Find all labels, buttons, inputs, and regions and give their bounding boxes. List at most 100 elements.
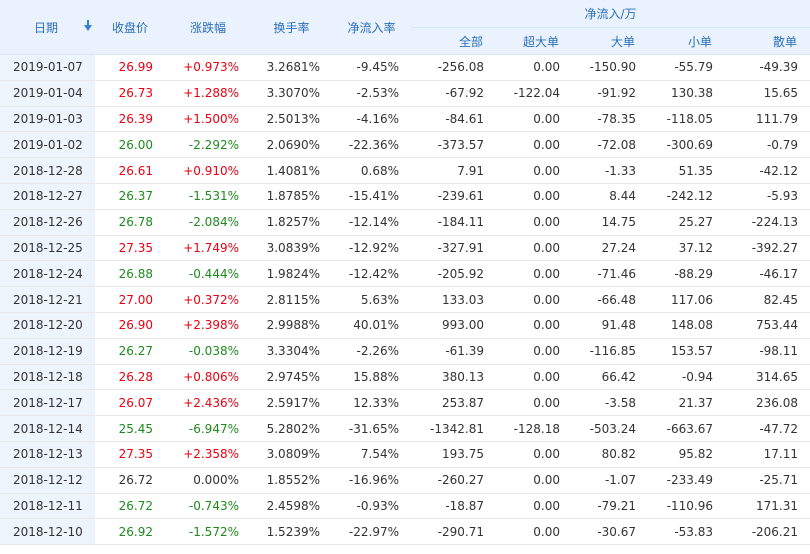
small-cell: -0.94 (648, 364, 725, 391)
date-cell: 2018-12-12 (0, 467, 95, 494)
netflow-rate-cell: -22.97% (332, 518, 411, 546)
close-cell: 27.00 (95, 286, 165, 313)
date-cell: 2018-12-18 (0, 364, 95, 391)
large-cell: 91.48 (572, 312, 648, 339)
change-cell: -1.572% (165, 518, 251, 546)
large-cell: -30.67 (572, 518, 648, 546)
table-row: 2018-12-25 27.35 +1.749% 3.0839% -12.92% -327… (0, 235, 810, 262)
header-small[interactable]: 小单 (648, 27, 725, 55)
large-cell: -1.07 (572, 467, 648, 494)
header-change[interactable]: 涨跌幅 (165, 0, 251, 55)
turnover-cell: 3.0839% (251, 235, 332, 262)
netflow-rate-cell: 12.33% (332, 389, 411, 417)
extra-large-cell: 0.00 (496, 106, 572, 133)
retail-cell: -46.17 (725, 260, 810, 288)
header-retail[interactable]: 散单 (725, 27, 810, 55)
netflow-all-cell: 380.13 (411, 364, 496, 391)
header-extra-large[interactable]: 超大单 (496, 27, 572, 55)
netflow-all-cell: -239.61 (411, 183, 496, 210)
turnover-cell: 1.9824% (251, 260, 332, 288)
extra-large-cell: 0.00 (496, 157, 572, 184)
close-cell: 26.88 (95, 260, 165, 288)
change-cell: +1.500% (165, 106, 251, 133)
netflow-rate-cell: -0.93% (332, 493, 411, 520)
netflow-all-cell: 253.87 (411, 389, 496, 417)
table-body: 2019-01-07 26.99 +0.973% 3.2681% -9.45% -256.… (0, 54, 810, 546)
netflow-all-cell: -61.39 (411, 338, 496, 365)
close-cell: 27.35 (95, 235, 165, 262)
header-date[interactable]: 日期 (0, 0, 95, 55)
large-cell: 27.24 (572, 235, 648, 262)
small-cell: -233.49 (648, 467, 725, 494)
retail-cell: -47.72 (725, 415, 810, 442)
change-cell: +1.749% (165, 235, 251, 262)
turnover-cell: 2.0690% (251, 131, 332, 159)
extra-large-cell: -128.18 (496, 415, 572, 442)
extra-large-cell: 0.00 (496, 338, 572, 365)
header-large[interactable]: 大单 (572, 27, 648, 55)
table-row: 2018-12-24 26.88 -0.444% 1.9824% -12.42% -205… (0, 260, 810, 288)
close-cell: 26.99 (95, 54, 165, 81)
turnover-cell: 3.3304% (251, 338, 332, 365)
retail-cell: -49.39 (725, 54, 810, 81)
netflow-rate-cell: 7.54% (332, 441, 411, 468)
sort-down-icon[interactable] (84, 20, 93, 31)
small-cell: 25.27 (648, 209, 725, 236)
change-cell: -0.743% (165, 493, 251, 520)
extra-large-cell: 0.00 (496, 493, 572, 520)
turnover-cell: 5.2802% (251, 415, 332, 442)
retail-cell: 753.44 (725, 312, 810, 339)
date-cell: 2018-12-10 (0, 518, 95, 546)
small-cell: -53.83 (648, 518, 725, 546)
date-cell: 2018-12-25 (0, 235, 95, 262)
large-cell: 80.82 (572, 441, 648, 468)
turnover-cell: 3.0809% (251, 441, 332, 468)
close-cell: 26.28 (95, 364, 165, 391)
netflow-all-cell: -373.57 (411, 131, 496, 159)
header-close[interactable]: 收盘价 (95, 0, 165, 55)
date-cell: 2019-01-03 (0, 106, 95, 133)
turnover-cell: 2.9745% (251, 364, 332, 391)
netflow-all-cell: -290.71 (411, 518, 496, 546)
extra-large-cell: 0.00 (496, 260, 572, 288)
large-cell: -3.58 (572, 389, 648, 417)
table-row: 2018-12-17 26.07 +2.436% 2.5917% 12.33% 253.8… (0, 389, 810, 417)
table-row: 2019-01-07 26.99 +0.973% 3.2681% -9.45% -256.… (0, 54, 810, 81)
change-cell: +0.806% (165, 364, 251, 391)
close-cell: 26.00 (95, 131, 165, 159)
close-cell: 26.07 (95, 389, 165, 417)
extra-large-cell: 0.00 (496, 286, 572, 313)
extra-large-cell: 0.00 (496, 441, 572, 468)
header-netflow-rate[interactable]: 净流入率 (332, 0, 411, 55)
close-cell: 26.78 (95, 209, 165, 236)
date-cell: 2018-12-14 (0, 415, 95, 442)
turnover-cell: 2.5013% (251, 106, 332, 133)
turnover-cell: 1.8785% (251, 183, 332, 210)
header-turnover[interactable]: 换手率 (251, 0, 332, 55)
extra-large-cell: 0.00 (496, 467, 572, 494)
date-cell: 2019-01-02 (0, 131, 95, 159)
large-cell: -150.90 (572, 54, 648, 81)
date-cell: 2018-12-26 (0, 209, 95, 236)
table-row: 2018-12-28 26.61 +0.910% 1.4081% 0.68% 7.91 0.… (0, 157, 810, 184)
table-row: 2019-01-04 26.73 +1.288% 3.3070% -2.53% -67.9… (0, 80, 810, 107)
table-row: 2018-12-21 27.00 +0.372% 2.8115% 5.63% 133.03… (0, 286, 810, 313)
turnover-cell: 2.8115% (251, 286, 332, 313)
turnover-cell: 1.5239% (251, 518, 332, 546)
extra-large-cell: 0.00 (496, 235, 572, 262)
retail-cell: -0.79 (725, 131, 810, 159)
netflow-all-cell: -327.91 (411, 235, 496, 262)
table-row: 2019-01-03 26.39 +1.500% 2.5013% -4.16% -84.6… (0, 106, 810, 133)
netflow-rate-cell: -9.45% (332, 54, 411, 81)
small-cell: 37.12 (648, 235, 725, 262)
change-cell: -1.531% (165, 183, 251, 210)
date-cell: 2018-12-17 (0, 389, 95, 417)
close-cell: 26.72 (95, 493, 165, 520)
header-all[interactable]: 全部 (411, 27, 496, 55)
netflow-rate-cell: -16.96% (332, 467, 411, 494)
small-cell: -110.96 (648, 493, 725, 520)
netflow-rate-cell: 0.68% (332, 157, 411, 184)
small-cell: -118.05 (648, 106, 725, 133)
netflow-all-cell: -256.08 (411, 54, 496, 81)
date-cell: 2018-12-28 (0, 157, 95, 184)
